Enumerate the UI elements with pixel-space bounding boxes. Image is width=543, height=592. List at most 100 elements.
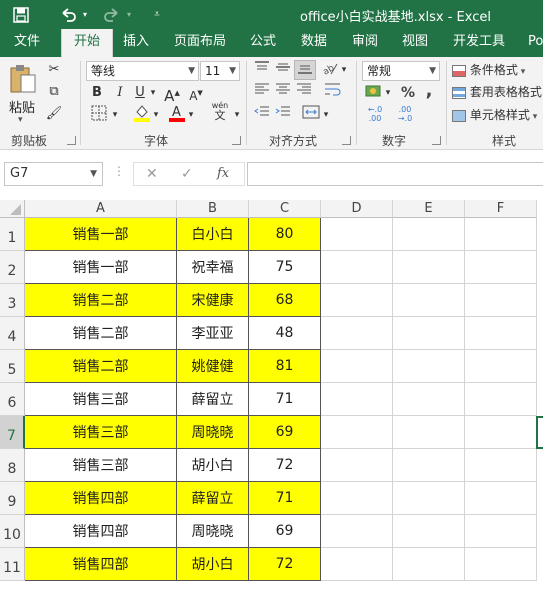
borders-dropdown-icon[interactable]: ▾ — [110, 105, 120, 125]
cell-b1[interactable]: 白小白 — [177, 218, 249, 251]
cell-d5[interactable] — [321, 350, 393, 383]
cell-f9[interactable] — [465, 482, 537, 515]
cell-b2[interactable]: 祝幸福 — [177, 251, 249, 284]
format-painter-icon[interactable]: 🖌 — [44, 104, 64, 124]
row-header[interactable]: 9 — [0, 482, 25, 515]
cell-c10[interactable]: 69 — [249, 515, 321, 548]
tab-view[interactable]: 视图 — [402, 29, 428, 57]
underline-dropdown-icon[interactable]: ▾ — [148, 83, 158, 103]
borders-icon[interactable] — [88, 105, 110, 125]
formula-input[interactable] — [247, 162, 543, 186]
cell-c11[interactable]: 72 — [249, 548, 321, 581]
font-launcher-icon[interactable] — [232, 136, 241, 145]
cell-a2[interactable]: 销售一部 — [25, 251, 177, 284]
number-format-select[interactable]: 常规 ▼ — [362, 61, 440, 81]
cell-a4[interactable]: 销售二部 — [25, 317, 177, 350]
row-header[interactable]: 11 — [0, 548, 25, 581]
cell-d11[interactable] — [321, 548, 393, 581]
increase-decimal-icon[interactable]: ←.0.00 — [364, 105, 386, 125]
text-direction-dropdown-icon[interactable]: ▾ — [340, 60, 348, 80]
phonetic-guide-button[interactable]: wén 文 — [208, 101, 232, 121]
cell-a6[interactable]: 销售三部 — [25, 383, 177, 416]
column-header-a[interactable]: A — [25, 200, 177, 218]
tab-formulas[interactable]: 公式 — [250, 29, 276, 57]
align-middle-icon[interactable] — [273, 60, 293, 80]
align-center-icon[interactable] — [273, 82, 293, 102]
worksheet-grid[interactable]: ABCDEF 1 销售一部 白小白 80 2 销售一部 祝幸福 75 3 销售二部 宋健康 68 4 销售… — [0, 196, 543, 592]
cell-styles-button[interactable]: 单元格样式 ▾ — [452, 105, 543, 125]
decrease-decimal-icon[interactable]: .00 →.0 — [394, 105, 416, 125]
font-color-icon[interactable]: A — [168, 103, 186, 123]
cell-b5[interactable]: 姚健健 — [177, 350, 249, 383]
fill-color-icon[interactable] — [133, 103, 151, 123]
row-header[interactable]: 6 — [0, 383, 25, 416]
cell-c4[interactable]: 48 — [249, 317, 321, 350]
cut-icon[interactable]: ✂ — [44, 60, 64, 80]
wrap-text-icon[interactable] — [322, 82, 344, 102]
comma-button[interactable]: , — [422, 81, 436, 101]
cell-b6[interactable]: 薛留立 — [177, 383, 249, 416]
column-header-b[interactable]: B — [177, 200, 249, 218]
increase-indent-icon[interactable] — [273, 105, 293, 125]
cell-a7[interactable]: 销售三部 — [25, 416, 177, 449]
row-header[interactable]: 10 — [0, 515, 25, 548]
cell-b9[interactable]: 薛留立 — [177, 482, 249, 515]
cell-d6[interactable] — [321, 383, 393, 416]
cell-c3[interactable]: 68 — [249, 284, 321, 317]
increase-font-icon[interactable]: A▲ — [163, 83, 181, 105]
phonetic-dropdown-icon[interactable]: ▾ — [233, 105, 241, 125]
align-bottom-icon[interactable] — [294, 60, 316, 80]
cell-e1[interactable] — [393, 218, 465, 251]
decrease-font-icon[interactable]: A▼ — [187, 83, 205, 103]
redo-icon[interactable] — [100, 0, 124, 29]
cell-e7[interactable] — [393, 416, 465, 449]
font-color-dropdown-icon[interactable]: ▾ — [186, 105, 196, 125]
fill-color-dropdown-icon[interactable]: ▾ — [151, 105, 161, 125]
accounting-dropdown-icon[interactable]: ▾ — [384, 83, 392, 103]
alignment-launcher-icon[interactable] — [342, 136, 351, 145]
cell-d7[interactable] — [321, 416, 393, 449]
number-launcher-icon[interactable] — [432, 136, 441, 145]
cell-e2[interactable] — [393, 251, 465, 284]
decrease-indent-icon[interactable] — [252, 105, 272, 125]
clipboard-launcher-icon[interactable] — [67, 136, 76, 145]
column-header-c[interactable]: C — [249, 200, 321, 218]
cell-f2[interactable] — [465, 251, 537, 284]
customize-qat-icon[interactable]: ⩡ — [150, 0, 164, 29]
merge-dropdown-icon[interactable]: ▾ — [322, 105, 330, 125]
cell-d10[interactable] — [321, 515, 393, 548]
text-direction-icon[interactable]: ab — [320, 60, 340, 80]
cell-c9[interactable]: 71 — [249, 482, 321, 515]
chevron-down-icon[interactable]: ▼ — [90, 163, 97, 185]
font-size-select[interactable]: 11 ▼ — [200, 61, 240, 81]
tab-page-layout[interactable]: 页面布局 — [174, 29, 226, 57]
cell-b11[interactable]: 胡小白 — [177, 548, 249, 581]
row-header[interactable]: 7 — [0, 416, 25, 449]
tab-file[interactable]: 文件 — [14, 29, 40, 57]
cell-d3[interactable] — [321, 284, 393, 317]
underline-button[interactable]: U — [132, 83, 148, 103]
name-box[interactable]: G7 ▼ — [4, 162, 103, 186]
align-top-icon[interactable] — [252, 60, 272, 80]
cell-e5[interactable] — [393, 350, 465, 383]
cell-c6[interactable]: 71 — [249, 383, 321, 416]
cell-c5[interactable]: 81 — [249, 350, 321, 383]
tab-insert[interactable]: 插入 — [123, 29, 149, 57]
cell-f10[interactable] — [465, 515, 537, 548]
cell-d2[interactable] — [321, 251, 393, 284]
cell-a9[interactable]: 销售四部 — [25, 482, 177, 515]
cancel-icon[interactable]: ✕ — [146, 163, 158, 185]
align-right-icon[interactable] — [294, 82, 314, 102]
select-all-button[interactable] — [0, 200, 25, 218]
cell-d1[interactable] — [321, 218, 393, 251]
save-icon[interactable] — [10, 0, 32, 29]
cell-a1[interactable]: 销售一部 — [25, 218, 177, 251]
cell-a11[interactable]: 销售四部 — [25, 548, 177, 581]
redo-dropdown-icon[interactable]: ▾ — [124, 0, 134, 29]
accounting-format-icon[interactable] — [364, 83, 384, 103]
cell-e6[interactable] — [393, 383, 465, 416]
cell-f7[interactable] — [465, 416, 537, 449]
cell-f3[interactable] — [465, 284, 537, 317]
row-header[interactable]: 8 — [0, 449, 25, 482]
cell-f4[interactable] — [465, 317, 537, 350]
